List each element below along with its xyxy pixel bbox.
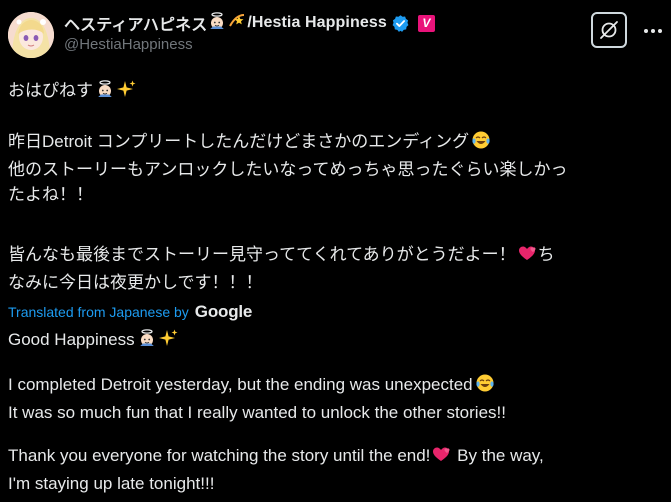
post-paragraph2-en: Thank you everyone for watching the stor… <box>8 443 658 496</box>
dizzy-emoji-icon <box>227 11 247 36</box>
display-name[interactable]: ヘスティアハピネス <box>64 11 207 35</box>
angel-emoji-icon <box>137 328 157 355</box>
paragraph2-jp-line-tail: ち <box>537 245 555 264</box>
greeting-jp-text: おはぴねす <box>8 81 93 100</box>
sparkles-emoji-icon <box>158 328 179 355</box>
translated-from-label[interactable]: Translated from Japanese by <box>8 304 189 320</box>
grok-button[interactable] <box>591 12 627 48</box>
author-handle[interactable]: @HestiaHappiness <box>64 36 193 53</box>
paragraph2-en-line-tail: By the way, <box>457 446 544 465</box>
tears-of-joy-emoji-icon <box>475 373 495 400</box>
display-name-suffix[interactable]: /Hestia Happiness <box>247 14 387 32</box>
paragraph1-en-line: It was so much fun that I really wanted … <box>8 403 506 422</box>
post-greeting-en: Good Happiness <box>8 327 658 355</box>
verified-badge-icon[interactable] <box>391 14 410 33</box>
paragraph2-en-line: I'm staying up late tonight!!! <box>8 474 215 493</box>
paragraph1-jp-line: 昨日Detroit コンプリートしたんだけどまさかのエンディング <box>8 129 658 157</box>
paragraph1-jp-line: 他のストーリーもアンロックしたいなってめっちゃ思ったぐらい楽しかっ <box>8 160 568 179</box>
avatar-image <box>8 12 54 58</box>
greeting-en-text: Good Happiness <box>8 330 135 349</box>
two-hearts-emoji-icon <box>432 444 452 471</box>
post-paragraph1-en: I completed Detroit yesterday, but the e… <box>8 372 658 425</box>
tears-of-joy-emoji-icon <box>471 130 491 157</box>
google-logo: Google <box>194 302 253 321</box>
post-paragraph2-jp: 皆んなも最後までストーリー見守っててくれてありがとうだよー！ ち なみに今日は夜更… <box>8 242 658 295</box>
angel-emoji-icon <box>207 11 227 36</box>
post-paragraph1-jp: 昨日Detroit コンプリートしたんだけどまさかのエンディング 他のストーリー… <box>8 129 658 207</box>
sparkles-emoji-icon <box>117 79 137 106</box>
two-hearts-emoji-icon <box>518 243 538 270</box>
post: ヘスティアハピネス /Hestia Happiness V @HestiaHap… <box>0 0 671 502</box>
translation-attribution[interactable]: Translated from Japanese by Google <box>8 302 252 322</box>
paragraph1-jp-line-text: 昨日Detroit コンプリートしたんだけどまさかのエンディング <box>8 132 470 151</box>
more-dots-icon <box>644 29 662 33</box>
avatar[interactable] <box>8 12 54 58</box>
more-options-button[interactable] <box>638 16 668 46</box>
paragraph2-en-line-text: Thank you everyone for watching the stor… <box>8 446 431 465</box>
grok-icon <box>600 21 618 39</box>
post-greeting-jp: おはぴねす <box>8 78 658 106</box>
angel-emoji-icon <box>95 79 115 106</box>
paragraph1-jp-line: たよね！！ <box>8 185 93 204</box>
author-name-row[interactable]: ヘスティアハピネス /Hestia Happiness V <box>64 11 435 36</box>
affiliate-badge[interactable]: V <box>417 14 435 32</box>
paragraph1-en-line-text: I completed Detroit yesterday, but the e… <box>8 375 473 394</box>
paragraph2-jp-line: なみに今日は夜更かしです！！！ <box>8 273 263 292</box>
paragraph2-jp-line-text: 皆んなも最後までストーリー見守っててくれてありがとうだよー！ <box>8 245 516 264</box>
